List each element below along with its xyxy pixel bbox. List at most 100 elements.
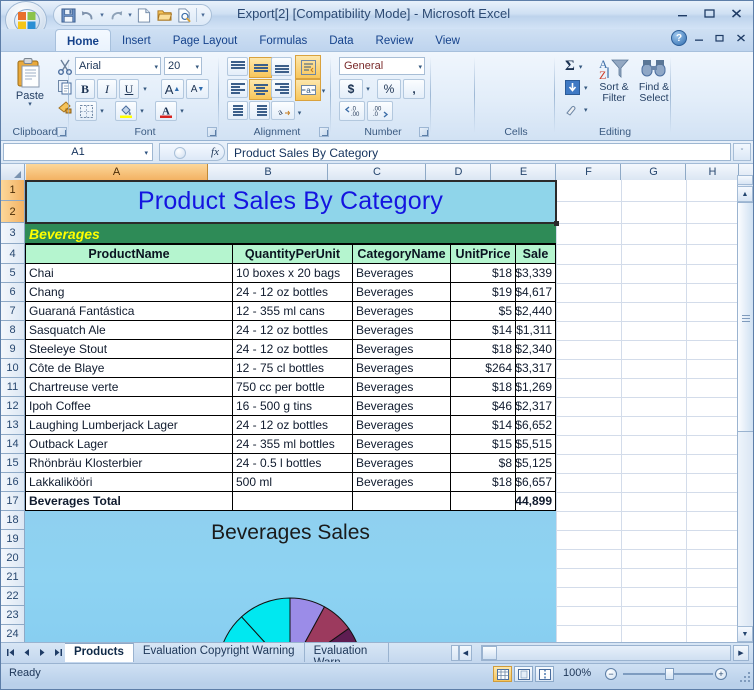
embedded-chart[interactable]: Beverages Sales: [25, 511, 556, 642]
decrease-decimal-button[interactable]: .00 .0: [367, 101, 393, 121]
vertical-scroll-thumb[interactable]: [737, 202, 753, 432]
cell-unitprice[interactable]: $18: [451, 473, 516, 492]
bold-button[interactable]: B: [75, 79, 95, 99]
cell-category[interactable]: Beverages: [353, 340, 451, 359]
cell-category[interactable]: Beverages: [353, 359, 451, 378]
print-preview-icon[interactable]: [174, 6, 194, 24]
cell-sale[interactable]: $3,339: [516, 264, 556, 283]
zoom-knob[interactable]: [665, 668, 674, 680]
row-header-18[interactable]: 18: [1, 511, 25, 530]
column-header-A[interactable]: A: [26, 164, 208, 180]
vertical-scrollbar[interactable]: ▲ ▼: [737, 175, 753, 642]
cell-product[interactable]: Outback Lager: [25, 435, 233, 454]
cell-sale[interactable]: $2,340: [516, 340, 556, 359]
cell-unitprice[interactable]: $15: [451, 435, 516, 454]
row-header-22[interactable]: 22: [1, 587, 25, 606]
align-left-button[interactable]: [227, 79, 248, 98]
autosum-button[interactable]: Σ ▾: [565, 58, 582, 75]
row-header-10[interactable]: 10: [1, 359, 25, 378]
cell-quantity[interactable]: 10 boxes x 20 bags: [233, 264, 353, 283]
total-blank-c[interactable]: [353, 492, 451, 511]
tab-view[interactable]: View: [424, 29, 471, 51]
alignment-dialog-launcher[interactable]: [319, 127, 329, 137]
cell-quantity[interactable]: 24 - 12 oz bottles: [233, 321, 353, 340]
tab-home[interactable]: Home: [55, 29, 111, 51]
fill-color-button[interactable]: [115, 101, 137, 121]
column-header-C[interactable]: C: [329, 164, 426, 180]
cell-quantity[interactable]: 24 - 12 oz bottles: [233, 340, 353, 359]
cell-unitprice[interactable]: $18: [451, 264, 516, 283]
decrease-indent-button[interactable]: [227, 101, 248, 120]
font-color-dropdown-arrow[interactable]: ▾: [177, 101, 187, 121]
number-format-box[interactable]: General ▾: [339, 57, 425, 75]
total-blank-d[interactable]: [451, 492, 516, 511]
font-size-box[interactable]: 20 ▾: [164, 57, 202, 75]
cell-unitprice[interactable]: $19: [451, 283, 516, 302]
horizontal-scroll-thumb[interactable]: [482, 646, 497, 660]
ribbon-close-button[interactable]: [731, 30, 750, 46]
customize-qat-arrow[interactable]: ▾: [199, 6, 207, 24]
cell-product[interactable]: Côte de Blaye: [25, 359, 233, 378]
row-header-13[interactable]: 13: [1, 416, 25, 435]
cell-category[interactable]: Beverages: [353, 397, 451, 416]
number-format-arrow[interactable]: ▾: [418, 63, 422, 71]
percent-button[interactable]: %: [377, 79, 401, 99]
column-header-D[interactable]: D: [427, 164, 491, 180]
total-value-cell[interactable]: $44,899: [516, 492, 556, 511]
sheet-tab-evaluation-warning[interactable]: Evaluation Warn: [305, 643, 389, 662]
name-box-arrow[interactable]: ▾: [144, 149, 148, 157]
column-header-E[interactable]: E: [492, 164, 556, 180]
sheet-tab-products[interactable]: Products: [65, 643, 134, 662]
cell-unitprice[interactable]: $18: [451, 340, 516, 359]
cell-sale[interactable]: $1,269: [516, 378, 556, 397]
row-header-11[interactable]: 11: [1, 378, 25, 397]
number-dialog-launcher[interactable]: [419, 127, 429, 137]
first-sheet-button[interactable]: [3, 645, 18, 660]
align-top-button[interactable]: [227, 57, 248, 76]
total-label-cell[interactable]: Beverages Total: [25, 492, 233, 511]
cell-product[interactable]: Ipoh Coffee: [25, 397, 233, 416]
font-color-button[interactable]: A: [155, 101, 177, 121]
quick-access-toolbar[interactable]: ▾ ▾ ▾: [53, 4, 212, 26]
next-sheet-button[interactable]: [35, 645, 50, 660]
row-header-2[interactable]: 2: [1, 201, 25, 223]
cell-product[interactable]: Lakkalikööri: [25, 473, 233, 492]
title-cell[interactable]: Product Sales By Category: [25, 180, 556, 223]
row-header-6[interactable]: 6: [1, 283, 25, 302]
total-blank-b[interactable]: [233, 492, 353, 511]
increase-decimal-button[interactable]: .0 .00: [339, 101, 365, 121]
fill-button[interactable]: ▾: [565, 80, 588, 95]
row-header-3[interactable]: 3: [1, 223, 25, 244]
group-header-cell[interactable]: Beverages: [25, 223, 556, 244]
column-header-G[interactable]: G: [622, 164, 686, 180]
ribbon-minimize-button[interactable]: [689, 30, 708, 46]
minimize-button[interactable]: [669, 4, 695, 23]
cell-sale[interactable]: $6,657: [516, 473, 556, 492]
autosum-dropdown-arrow[interactable]: ▾: [579, 63, 583, 71]
hscroll-left-button[interactable]: ◀: [459, 645, 472, 661]
align-center-button[interactable]: [249, 79, 272, 100]
zoom-in-button[interactable]: +: [715, 668, 727, 680]
redo-icon[interactable]: [106, 6, 126, 24]
cell-sale[interactable]: $1,311: [516, 321, 556, 340]
currency-button[interactable]: $: [339, 79, 363, 99]
cell-unitprice[interactable]: $264: [451, 359, 516, 378]
column-header-H[interactable]: H: [687, 164, 739, 180]
cell-quantity[interactable]: 12 - 75 cl bottles: [233, 359, 353, 378]
scroll-split-box[interactable]: [737, 175, 753, 185]
table-header-category[interactable]: CategoryName: [352, 244, 451, 264]
align-bottom-button[interactable]: [271, 57, 292, 76]
cell-category[interactable]: Beverages: [353, 321, 451, 340]
cell-category[interactable]: Beverages: [353, 378, 451, 397]
open-folder-icon[interactable]: [154, 6, 174, 24]
cell-product[interactable]: Steeleye Stout: [25, 340, 233, 359]
hscroll-right-button[interactable]: ▶: [733, 645, 749, 661]
row-header-17[interactable]: 17: [1, 492, 25, 511]
scroll-up-button[interactable]: ▲: [737, 186, 753, 202]
wrap-text-button[interactable]: [295, 55, 321, 79]
shrink-font-button[interactable]: A ▼: [186, 79, 209, 99]
sort-filter-button[interactable]: A Z Sort & Filter: [595, 56, 633, 104]
row-header-1[interactable]: 1: [1, 180, 25, 201]
paste-button[interactable]: Paste ▾: [7, 57, 53, 119]
cell-category[interactable]: Beverages: [353, 302, 451, 321]
